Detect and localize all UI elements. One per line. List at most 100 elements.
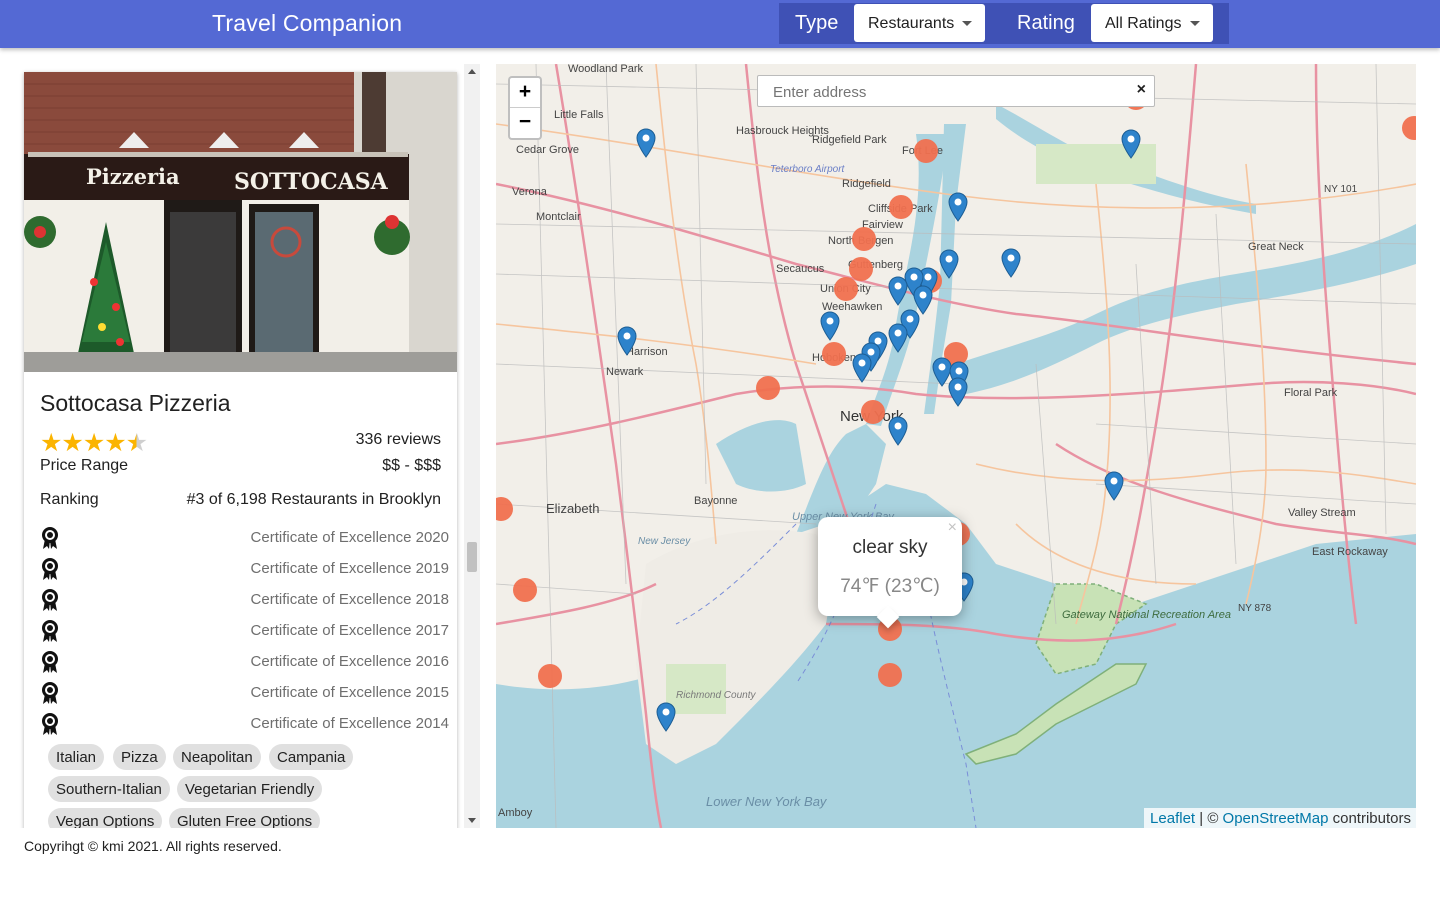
rating-select[interactable]: All Ratings [1091, 4, 1213, 42]
map-label: New Jersey [638, 536, 691, 547]
rating-stars: ★★★★★ [40, 428, 148, 458]
rating-select-value: All Ratings [1105, 15, 1182, 32]
zoom-out-button[interactable]: − [510, 108, 540, 137]
map-label: Teterboro Airport [770, 164, 846, 175]
map-label: Ridgefield Park [812, 134, 887, 146]
map-label: NY 101 [1324, 184, 1358, 195]
weather-marker[interactable] [852, 227, 876, 251]
chevron-down-icon [1190, 21, 1200, 26]
map-label: Lower New York Bay [706, 794, 828, 809]
map-label: Secaucus [776, 263, 825, 275]
map-attribution: Leaflet | © OpenStreetMap contributors [1144, 808, 1416, 828]
map-label: Montclair [536, 211, 581, 223]
weather-marker[interactable] [914, 139, 938, 163]
attribution-text: contributors [1328, 810, 1411, 827]
award-ribbon-icon [40, 650, 60, 679]
award-text: Certificate of Excellence 2017 [250, 622, 449, 639]
award-ribbon-icon [40, 526, 60, 555]
zoom-in-button[interactable]: + [510, 78, 540, 108]
weather-description: clear sky [852, 537, 928, 558]
map-label: Woodland Park [568, 64, 644, 75]
type-select[interactable]: Restaurants [854, 4, 985, 42]
map-label: Elizabeth [546, 501, 599, 516]
weather-marker[interactable] [861, 400, 885, 424]
award-row: Certificate of Excellence 2020 [40, 526, 449, 552]
map-label: Little Falls [554, 109, 604, 121]
weather-marker[interactable] [513, 578, 537, 602]
app-bar: Travel Companion Type Restaurants Rating… [0, 0, 1440, 48]
map-label: East Rockaway [1312, 546, 1388, 558]
award-text: Certificate of Excellence 2016 [250, 653, 449, 670]
close-icon[interactable]: × [948, 519, 957, 537]
award-text: Certificate of Excellence 2018 [250, 591, 449, 608]
cuisine-chip: Neapolitan [173, 744, 261, 770]
map-tiles[interactable]: Woodland Park Little Falls Cedar Grove H… [496, 64, 1416, 828]
weather-marker[interactable] [756, 376, 780, 400]
map-label: Cedar Grove [516, 144, 579, 156]
map-label: Weehawken [822, 301, 882, 313]
cuisine-chip: Gluten Free Options [169, 808, 321, 828]
cuisine-chip: Campania [269, 744, 354, 770]
map-label: Great Neck [1248, 241, 1304, 253]
place-list[interactable]: Pizzeria SOTTOCASA Sottocasa Pizzeria ★★… [16, 64, 480, 828]
award-text: Certificate of Excellence 2020 [250, 529, 449, 546]
osm-link[interactable]: OpenStreetMap [1223, 810, 1329, 827]
half-star-icon: ★ [125, 429, 148, 457]
weather-marker[interactable] [822, 342, 846, 366]
filter-bar: Type Restaurants Rating All Ratings [779, 3, 1229, 44]
map-label: NY 878 [1238, 603, 1272, 614]
rating-label: Rating [1017, 12, 1075, 34]
map-label: Ridgefield [842, 178, 891, 190]
place-card[interactable]: Pizzeria SOTTOCASA Sottocasa Pizzeria ★★… [24, 72, 457, 828]
place-photo: Pizzeria SOTTOCASA [24, 72, 457, 372]
award-ribbon-icon [40, 681, 60, 710]
star-icons: ★★★★ [40, 429, 127, 457]
clear-icon[interactable]: × [1137, 81, 1146, 99]
scroll-thumb[interactable] [467, 542, 477, 572]
address-input[interactable] [773, 82, 1113, 102]
weather-temperature: 74℉ (23℃) [840, 576, 940, 597]
award-ribbon-icon [40, 619, 60, 648]
place-name: Sottocasa Pizzeria [40, 390, 231, 416]
cuisine-chip: Italian [48, 744, 105, 770]
list-scrollbar[interactable] [464, 64, 480, 828]
map-label: Floral Park [1284, 387, 1338, 399]
award-text: Certificate of Excellence 2019 [250, 560, 449, 577]
app-title: Travel Companion [212, 10, 403, 36]
award-ribbon-icon [40, 557, 60, 586]
price-range-label: Price Range [40, 457, 129, 474]
address-search: × [757, 75, 1155, 107]
award-row: Certificate of Excellence 2017 [40, 619, 449, 645]
map[interactable]: Woodland Park Little Falls Cedar Grove H… [496, 64, 1416, 828]
cuisine-chip: Southern-Italian [48, 776, 170, 802]
map-label: Bayonne [694, 495, 737, 507]
map-label: Gateway National Recreation Area [1062, 609, 1231, 621]
award-ribbon-icon [40, 712, 60, 741]
map-label: Valley Stream [1288, 507, 1356, 519]
award-text: Certificate of Excellence 2014 [250, 715, 449, 732]
cuisine-chip: Vegan Options [48, 808, 163, 828]
scroll-up-icon[interactable] [468, 69, 476, 74]
weather-marker[interactable] [878, 663, 902, 687]
weather-marker[interactable] [538, 664, 562, 688]
award-row: Certificate of Excellence 2015 [40, 681, 449, 707]
leaflet-link[interactable]: Leaflet [1150, 810, 1195, 827]
weather-marker[interactable] [834, 277, 858, 301]
price-range-value: $$ - $$$ [382, 457, 441, 474]
weather-popup: × clear sky 74℉ (23℃) [818, 517, 962, 629]
scroll-down-icon[interactable] [468, 818, 476, 823]
chevron-down-icon [962, 21, 972, 26]
weather-marker[interactable] [889, 195, 913, 219]
footer-copyright: Copyrihgt © kmi 2021. All rights reserve… [24, 838, 282, 854]
photo-sign-right: SOTTOCASA [234, 169, 389, 195]
award-ribbon-icon [40, 588, 60, 617]
map-label: Amboy [498, 807, 533, 819]
map-label: Richmond County [676, 690, 756, 701]
type-label: Type [795, 12, 839, 34]
map-label: Newark [606, 366, 644, 378]
award-row: Certificate of Excellence 2018 [40, 588, 449, 614]
weather-marker[interactable] [849, 257, 873, 281]
type-select-value: Restaurants [868, 15, 955, 32]
zoom-control: + − [508, 76, 542, 140]
ranking-label: Ranking [40, 491, 99, 508]
